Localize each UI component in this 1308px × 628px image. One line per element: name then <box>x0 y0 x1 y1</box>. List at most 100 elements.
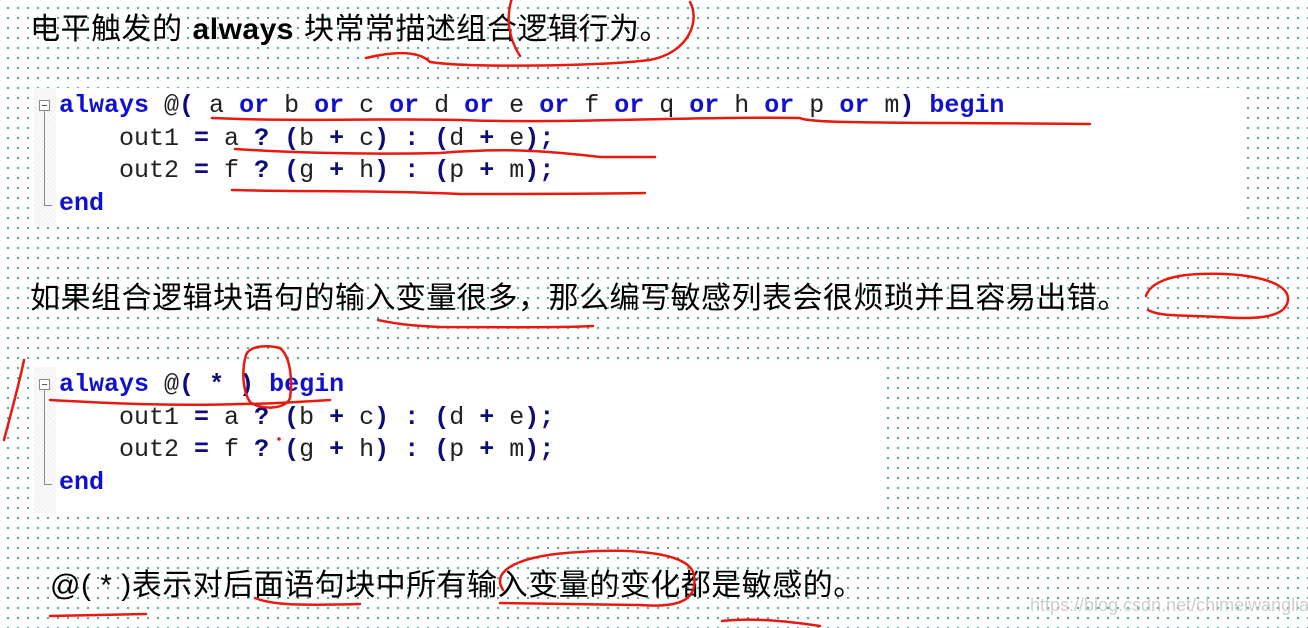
code-gutter <box>34 367 56 513</box>
code-operator: ( <box>434 402 450 432</box>
code-lines: always @( * ) begin out1 = a ? (b + c) :… <box>59 369 554 499</box>
code-text: out2 <box>59 435 195 464</box>
code-text: m <box>494 435 525 464</box>
code-line: end <box>59 188 1004 221</box>
code-text: f <box>209 156 255 185</box>
code-text: @ <box>149 370 180 399</box>
code-operator: ) <box>374 435 390 464</box>
collapse-icon[interactable] <box>39 379 50 390</box>
heading-1-prefix: 电平触发的 <box>30 12 183 47</box>
code-keyword: begin <box>269 370 345 399</box>
code-text: g <box>299 435 330 464</box>
code-keyword: or <box>464 91 495 120</box>
code-text: out1 <box>59 402 195 432</box>
fold-end-marker <box>44 205 52 206</box>
code-keyword: or <box>689 91 720 120</box>
code-text: c <box>344 91 390 120</box>
code-operator: + <box>479 402 495 432</box>
code-text: f <box>209 435 255 464</box>
code-text: q <box>644 91 690 120</box>
code-operator: ) <box>899 91 915 120</box>
code-text: f <box>569 91 615 120</box>
code-operator: = <box>194 123 210 153</box>
code-text: out2 <box>59 156 195 185</box>
code-text: b <box>299 123 330 153</box>
code-text: c <box>344 402 375 432</box>
code-operator: + <box>329 435 345 464</box>
annotation-underline-input-vars <box>376 318 595 329</box>
code-keyword: or <box>239 91 270 120</box>
code-keyword: or <box>764 91 795 120</box>
code-keyword: begin <box>929 91 1005 120</box>
code-operator: + <box>479 435 495 464</box>
code-operator: ); <box>524 402 555 432</box>
heading-3-wildcard: ( * ) <box>80 569 132 602</box>
code-keyword: end <box>59 467 105 497</box>
code-operator: ( <box>434 156 450 185</box>
code-text: d <box>419 91 465 120</box>
fold-guide-line <box>44 390 45 484</box>
code-text: b <box>299 402 330 432</box>
code-text: m <box>494 156 525 185</box>
code-line: out1 = a ? (b + c) : (d + e); <box>59 402 554 435</box>
code-line: always @( * ) begin <box>59 369 554 402</box>
collapse-icon[interactable] <box>39 100 50 111</box>
code-operator: + <box>329 156 345 185</box>
heading-2-text: 如果组合逻辑块语句的输入变量很多，那么编写敏感列表会很烦琐并且容易出错。 <box>30 281 1128 316</box>
code-operator: ( <box>284 123 300 153</box>
code-operator: ? <box>254 435 270 464</box>
code-operator: ( <box>284 156 300 185</box>
code-text: p <box>794 91 840 120</box>
code-operator: ( <box>179 91 195 120</box>
code-text: m <box>869 91 900 120</box>
code-operator: ) <box>374 123 390 153</box>
heading-wildcard-explanation: @( * )表示对后面语句块中所有输入变量的变化都是敏感的。 <box>50 566 864 606</box>
code-text: p <box>449 435 480 464</box>
code-text: g <box>299 156 330 185</box>
code-operator: ? <box>254 402 270 432</box>
code-keyword: end <box>59 188 105 218</box>
code-operator: * <box>209 370 225 399</box>
code-text: a <box>209 402 255 432</box>
code-operator: ( <box>434 435 450 464</box>
code-operator: ( <box>284 402 300 432</box>
code-text: d <box>449 123 480 153</box>
code-operator: + <box>329 402 345 432</box>
code-operator: ? <box>254 156 270 185</box>
code-text: a <box>209 123 255 153</box>
code-line: always @( a or b or c or d or e or f or … <box>59 90 1004 123</box>
code-keyword: or <box>539 91 570 120</box>
annotation-slash-mark <box>2 358 26 442</box>
code-operator: + <box>479 123 495 153</box>
code-keyword: always <box>59 91 150 120</box>
code-block-wildcard-sensitivity: always @( * ) begin out1 = a ? (b + c) :… <box>34 367 882 513</box>
code-keyword: or <box>839 91 870 120</box>
code-operator: : <box>404 156 420 185</box>
code-text: h <box>344 156 375 185</box>
code-operator: = <box>194 156 210 185</box>
heading-level-triggered-always: 电平触发的 always 块常常描述组合逻辑行为。 <box>30 10 670 50</box>
heading-3-text: 表示对后面语句块中所有输入变量的变化都是敏感的。 <box>131 568 864 603</box>
code-operator: : <box>404 402 420 432</box>
code-operator: : <box>404 123 420 153</box>
code-operator: ( <box>179 370 195 399</box>
heading-1-keyword: always <box>192 13 294 46</box>
code-line: end <box>59 467 554 500</box>
code-text: b <box>269 91 315 120</box>
annotation-underline-at-star <box>48 612 148 618</box>
code-text: e <box>494 91 540 120</box>
heading-many-inputs-warning: 如果组合逻辑块语句的输入变量很多，那么编写敏感列表会很烦琐并且容易出错。 <box>30 279 1128 319</box>
code-line: out2 = f ? (g + h) : (p + m); <box>59 155 1004 188</box>
code-operator: ) <box>239 370 255 399</box>
code-text: out1 <box>59 123 195 153</box>
code-text: c <box>344 123 375 153</box>
